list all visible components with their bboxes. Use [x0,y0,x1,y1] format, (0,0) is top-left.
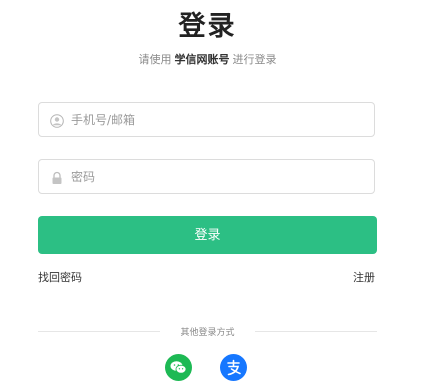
alipay-icon [220,354,247,381]
password-input[interactable] [71,160,366,193]
password-field[interactable] [38,159,375,194]
wechat-login-button[interactable] [165,354,192,381]
page-title: 登录 [178,11,237,42]
other-login-label: 其他登录方式 [180,328,235,338]
login-subtitle: 请使用 学信网账号 进行登录 [0,51,415,67]
login-button[interactable]: 登录 [38,216,377,254]
wechat-icon [165,354,192,381]
divider-right [255,331,377,332]
forgot-password-link[interactable]: 找回密码 [38,269,82,285]
alipay-login-button[interactable] [220,354,247,381]
subtitle-account-name: 学信网账号 [174,53,230,66]
register-link[interactable]: 注册 [353,269,375,285]
user-icon [50,113,64,128]
subtitle-prefix: 请使用 [138,53,172,66]
phone-email-input[interactable] [71,103,366,136]
subtitle-suffix: 进行登录 [232,53,277,66]
phone-email-field[interactable] [38,102,375,137]
divider-left [38,331,160,332]
lock-icon [50,170,64,184]
